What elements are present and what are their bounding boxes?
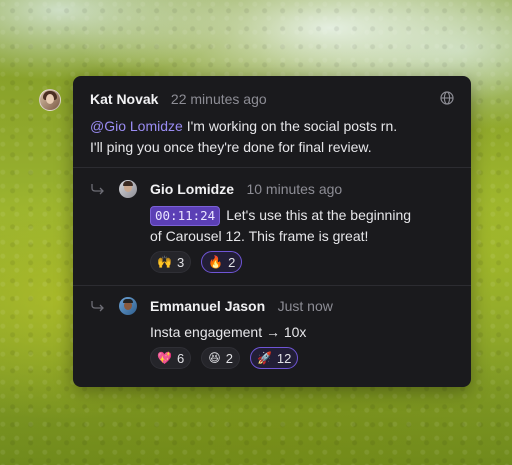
avatar-hair	[123, 299, 133, 303]
root-timestamp: 22 minutes ago	[170, 91, 267, 107]
comment-thread-card: Kat Novak 22 minutes ago @Gio Lomidze I'…	[73, 76, 471, 387]
reply-author-avatar[interactable]	[119, 180, 137, 198]
reply-author-avatar[interactable]	[119, 297, 137, 315]
reply-timestamp: Just now	[277, 298, 333, 314]
reply-arrow-icon	[91, 184, 104, 195]
reply-author-name[interactable]: Emmanuel Jason	[150, 298, 265, 314]
fire-icon: 🔥	[208, 255, 224, 269]
root-comment: Kat Novak 22 minutes ago @Gio Lomidze I'…	[90, 90, 454, 158]
reaction-count: 2	[225, 350, 233, 366]
mention-link[interactable]: @Gio Lomidze	[90, 118, 183, 134]
reply-text-line1: Let's use this at the beginning	[226, 207, 412, 223]
reaction-count: 2	[228, 254, 236, 270]
reaction-grinning-squinting-face[interactable]: 😆 2	[201, 347, 240, 369]
reply-timestamp: 10 minutes ago	[246, 181, 343, 197]
globe-icon[interactable]	[440, 91, 454, 105]
reaction-count: 12	[276, 350, 292, 366]
reaction-sparkling-heart[interactable]: 💖 6	[150, 347, 192, 369]
root-comment-text: @Gio Lomidze I'm working on the social p…	[90, 116, 454, 158]
rocket-icon: 🚀	[256, 351, 272, 365]
raised-hands-icon: 🙌	[157, 255, 172, 269]
reply-author-name[interactable]: Gio Lomidze	[150, 181, 234, 197]
root-text-line2: I'll ping you once they're done for fina…	[90, 139, 372, 155]
reaction-bar: 🙌 3 🔥 2	[150, 251, 243, 273]
avatar-hair	[123, 181, 133, 186]
root-text-line1: I'm working on the social posts rn.	[182, 118, 398, 134]
divider	[73, 285, 471, 286]
reaction-bar: 💖 6 😆 2 🚀 12	[150, 347, 299, 369]
reaction-raised-hands[interactable]: 🙌 3	[150, 251, 192, 273]
avatar-face	[46, 94, 54, 104]
root-author-avatar[interactable]	[39, 89, 61, 111]
reaction-fire[interactable]: 🔥 2	[201, 251, 243, 273]
reply-arrow-icon	[91, 301, 104, 312]
reply-text-line2: of Carousel 12. This frame is great!	[150, 228, 369, 244]
reaction-rocket[interactable]: 🚀 12	[249, 347, 299, 369]
reaction-count: 3	[176, 254, 185, 270]
grinning-squinting-face-icon: 😆	[208, 351, 221, 365]
reply-comment: Gio Lomidze 10 minutes ago 00:11:24 Let's…	[150, 180, 454, 247]
sparkling-heart-icon: 💖	[157, 351, 172, 365]
reaction-count: 6	[176, 350, 185, 366]
video-timestamp-chip[interactable]: 00:11:24	[150, 206, 221, 226]
reply-comment-text: 00:11:24 Let's use this at the beginning …	[150, 205, 454, 247]
root-author-name[interactable]: Kat Novak	[90, 91, 158, 107]
divider	[73, 167, 471, 168]
reply-comment-text: Insta engagement → 10x	[150, 324, 307, 340]
reply-comment: Emmanuel Jason Just now Insta engagement…	[150, 297, 454, 343]
